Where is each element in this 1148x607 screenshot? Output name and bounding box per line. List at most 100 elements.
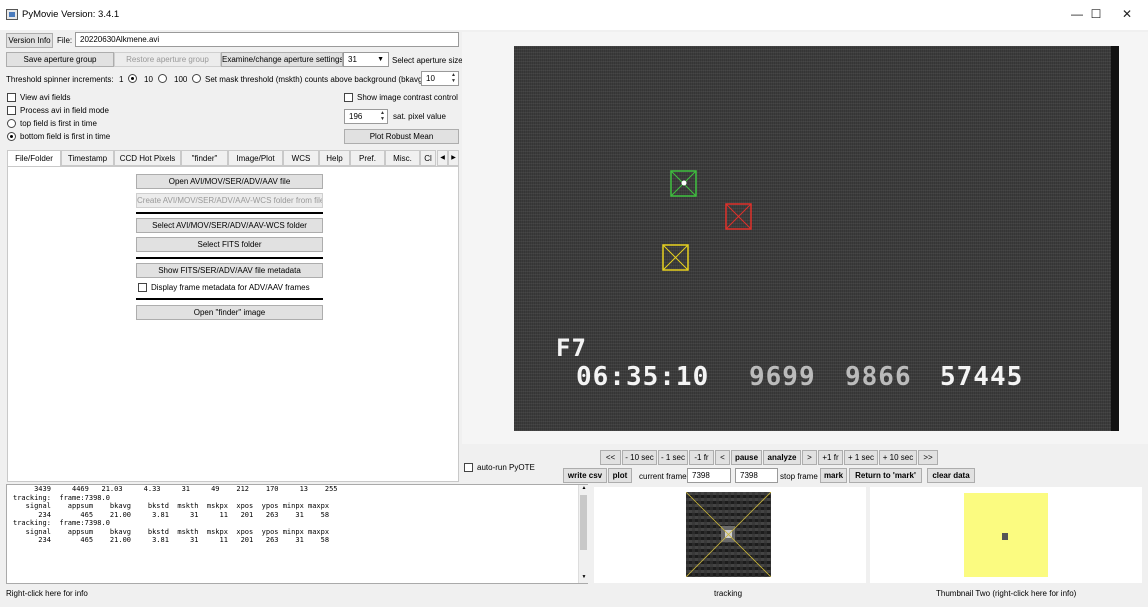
console-scrollbar[interactable]: ▲ ▼	[578, 485, 588, 583]
scroll-down-icon[interactable]: ▼	[580, 574, 588, 580]
osd-field-label: F7	[556, 334, 587, 362]
forward-1-frame-button[interactable]: +1 fr	[818, 450, 843, 465]
thumbnail-two-mark	[1002, 533, 1008, 540]
aperture-red[interactable]	[725, 203, 753, 231]
info-console[interactable]: 3439 4469 21.03 4.33 31 49 212 170 13 25…	[6, 484, 588, 584]
tab-image-plot[interactable]: Image/Plot	[228, 150, 283, 166]
last-frame-button[interactable]: >>	[918, 450, 938, 465]
clear-data-button[interactable]: clear data	[927, 468, 975, 483]
back-1-frame-button[interactable]: -1 fr	[689, 450, 714, 465]
file-name-field[interactable]: 20220630Alkmene.avi	[75, 32, 459, 47]
process-field-mode-label: Process avi in field mode	[20, 106, 109, 115]
divider	[136, 257, 323, 259]
create-wcs-folder-button[interactable]: Create AVI/MOV/SER/ADV/AAV-WCS folder fr…	[136, 193, 323, 208]
write-csv-button[interactable]: write csv	[563, 468, 607, 483]
forward-10-sec-button[interactable]: + 10 sec	[879, 450, 917, 465]
current-frame-label: current frame	[639, 472, 687, 481]
auto-run-pyote-checkbox[interactable]	[464, 463, 473, 472]
tab-misc[interactable]: Misc.	[385, 150, 420, 166]
display-frame-metadata-label: Display frame metadata for ADV/AAV frame…	[151, 283, 310, 292]
show-metadata-button[interactable]: Show FITS/SER/ADV/AAV file metadata	[136, 263, 323, 278]
close-button[interactable]: ✕	[1112, 5, 1142, 23]
sat-pixel-value: 196	[349, 112, 363, 121]
top-field-first-radio[interactable]	[7, 119, 16, 128]
tab-help[interactable]: Help	[319, 150, 350, 166]
tab-wcs[interactable]: WCS	[283, 150, 319, 166]
back-1-sec-button[interactable]: - 1 sec	[658, 450, 688, 465]
top-field-first-label: top field is first in time	[20, 119, 97, 128]
show-contrast-label: Show image contrast control	[357, 93, 458, 102]
file-folder-panel: Open AVI/MOV/SER/ADV/AAV file Create AVI…	[7, 166, 459, 482]
tab-finder[interactable]: "finder"	[181, 150, 228, 166]
restore-aperture-group-button[interactable]: Restore aperture group	[114, 52, 221, 67]
thumbnail-one[interactable]	[594, 487, 866, 583]
play-backward-button[interactable]: <	[715, 450, 730, 465]
return-to-mark-button[interactable]: Return to 'mark'	[849, 468, 922, 483]
stop-frame-field[interactable]: 7398	[735, 468, 778, 483]
maximize-button[interactable]: ☐	[1081, 5, 1111, 23]
mask-threshold-label: Set mask threshold (mskth) counts above …	[205, 75, 426, 84]
show-contrast-checkbox[interactable]	[344, 93, 353, 102]
tab-timestamp[interactable]: Timestamp	[61, 150, 114, 166]
play-forward-button[interactable]: >	[802, 450, 817, 465]
thumbnail-two-caption[interactable]: Thumbnail Two (right-click here for info…	[936, 589, 1076, 598]
select-fits-folder-button[interactable]: Select FITS folder	[136, 237, 323, 252]
osd-counter-2: 9866	[845, 362, 912, 392]
file-label: File:	[57, 36, 73, 45]
console-line: tracking: frame:7398.0	[13, 519, 110, 527]
back-10-sec-button[interactable]: - 10 sec	[622, 450, 657, 465]
aperture-yellow[interactable]	[662, 244, 690, 272]
increment-1-label: 1	[119, 75, 124, 84]
tab-scroll-left-icon[interactable]: ◀	[437, 150, 448, 166]
mask-threshold-spinner[interactable]: 10 ▲ ▼	[421, 71, 459, 86]
aperture-size-label: Select aperture size	[392, 56, 463, 65]
version-info-button[interactable]: Version Info	[6, 33, 53, 48]
sat-pixel-spinner[interactable]: 196 ▲ ▼	[344, 109, 388, 124]
thumbnail-two[interactable]	[870, 487, 1142, 583]
aperture-size-select[interactable]: 31 ▼	[343, 52, 389, 67]
pause-button[interactable]: pause	[731, 450, 762, 465]
plot-button[interactable]: plot	[608, 468, 632, 483]
bottom-field-first-label: bottom field is first in time	[20, 132, 111, 141]
increment-10-label: 10	[144, 75, 153, 84]
first-frame-button[interactable]: <<	[600, 450, 621, 465]
scroll-thumb[interactable]	[580, 495, 587, 550]
current-frame-field[interactable]: 7398	[687, 468, 731, 483]
save-aperture-group-button[interactable]: Save aperture group	[6, 52, 114, 67]
chevron-down-icon: ▼	[377, 56, 384, 63]
tab-cl[interactable]: Cl	[420, 150, 436, 166]
display-frame-metadata-checkbox[interactable]	[138, 283, 147, 292]
select-wcs-folder-button[interactable]: Select AVI/MOV/SER/ADV/AAV-WCS folder	[136, 218, 323, 233]
tab-pref[interactable]: Pref.	[350, 150, 385, 166]
increment-100-radio[interactable]	[192, 74, 201, 83]
aperture-green[interactable]	[670, 170, 698, 198]
tab-bar: File/Folder Timestamp CCD Hot Pixels "fi…	[7, 150, 459, 167]
forward-1-sec-button[interactable]: + 1 sec	[844, 450, 878, 465]
bottom-field-first-radio[interactable]	[7, 132, 16, 141]
view-avi-fields-checkbox[interactable]	[7, 93, 16, 102]
analyze-button[interactable]: analyze	[763, 450, 801, 465]
divider	[136, 298, 323, 300]
increment-1-radio[interactable]	[128, 74, 137, 83]
tab-ccd-hot-pixels[interactable]: CCD Hot Pixels	[114, 150, 181, 166]
tracking-thumbnail-image	[686, 492, 771, 577]
open-finder-image-button[interactable]: Open "finder" image	[136, 305, 323, 320]
process-field-mode-checkbox[interactable]	[7, 106, 16, 115]
console-line: signal appsum bkavg bkstd mskth mskpx xp…	[13, 502, 330, 510]
tab-file-folder[interactable]: File/Folder	[7, 150, 61, 167]
thumbnail-two-image	[964, 493, 1048, 577]
video-edge	[1111, 46, 1119, 431]
increment-10-radio[interactable]	[158, 74, 167, 83]
view-avi-fields-label: View avi fields	[20, 93, 71, 102]
scroll-up-icon[interactable]: ▲	[580, 485, 588, 491]
status-left[interactable]: Right-click here for info	[6, 589, 88, 598]
plot-robust-mean-button[interactable]: Plot Robust Mean	[344, 129, 459, 144]
mark-button[interactable]: mark	[820, 468, 847, 483]
open-avi-button[interactable]: Open AVI/MOV/SER/ADV/AAV file	[136, 174, 323, 189]
window-title: PyMovie Version: 3.4.1	[22, 9, 120, 20]
spinner-arrows-icon[interactable]: ▲ ▼	[450, 72, 457, 84]
tab-scroll-right-icon[interactable]: ▶	[448, 150, 459, 166]
examine-aperture-settings-button[interactable]: Examine/change aperture settings	[221, 52, 343, 67]
spinner-arrows-icon[interactable]: ▲ ▼	[379, 110, 386, 122]
console-line: 234 465 21.00 3.81 31 11 201 263 31 58	[13, 536, 330, 544]
